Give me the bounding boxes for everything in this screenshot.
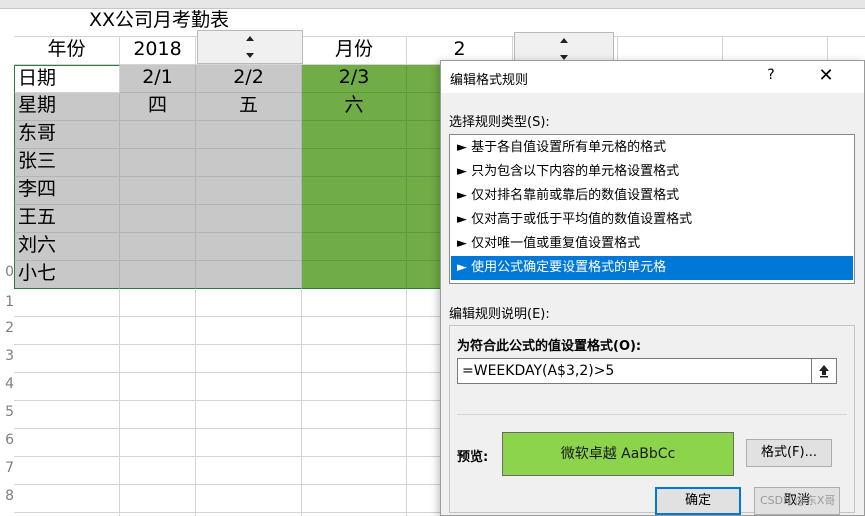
row-number[interactable]: 5 — [0, 404, 14, 420]
rule-description-panel: 为符合此公式的值设置格式(O): =WEEKDAY(A$3,2)>5 预览: 微… — [449, 325, 855, 513]
attendance-cell[interactable] — [407, 261, 441, 289]
format-preview: 微软卓越 AaBbCc — [502, 432, 734, 476]
collapse-dialog-button[interactable] — [811, 359, 835, 383]
row-number[interactable]: 4 — [0, 376, 14, 392]
employee-name-cell[interactable]: 张三 — [14, 149, 120, 177]
attendance-cell[interactable] — [407, 121, 441, 149]
format-button[interactable]: 格式(F)... — [746, 439, 832, 467]
attendance-cell[interactable] — [120, 177, 196, 205]
row-number[interactable]: 6 — [0, 432, 14, 448]
weekday-cell[interactable] — [407, 93, 441, 121]
attendance-cell[interactable] — [196, 233, 302, 261]
rule-type-item-selected[interactable]: ► 使用公式确定要设置格式的单元格 — [451, 256, 853, 280]
row-number[interactable]: 8 — [0, 488, 14, 504]
attendance-cell[interactable] — [196, 149, 302, 177]
weekday-cell[interactable]: 六 — [302, 93, 407, 121]
row-number[interactable]: 7 — [0, 460, 14, 476]
help-button[interactable]: ? — [759, 67, 783, 87]
rule-type-list[interactable]: ► 基于各自值设置所有单元格的格式 ► 只为包含以下内容的单元格设置格式 ► 仅… — [449, 134, 855, 284]
employee-name-cell[interactable]: 李四 — [14, 177, 120, 205]
employee-name-cell[interactable]: 刘六 — [14, 233, 120, 261]
attendance-cell[interactable] — [120, 149, 196, 177]
formula-input[interactable]: =WEEKDAY(A$3,2)>5 — [457, 358, 837, 384]
month-label-cell[interactable]: 月份 — [302, 37, 407, 65]
arrow-down-icon — [246, 53, 254, 58]
row-number[interactable]: 3 — [0, 348, 14, 364]
attendance-cell[interactable] — [120, 205, 196, 233]
year-spinner[interactable] — [197, 30, 303, 64]
weekday-cell[interactable]: 五 — [196, 93, 302, 121]
date-cell[interactable]: 2/2 — [196, 65, 302, 93]
attendance-cell[interactable] — [196, 261, 302, 289]
spin-up-button[interactable] — [515, 33, 613, 49]
attendance-cell[interactable] — [120, 121, 196, 149]
attendance-cell[interactable] — [407, 149, 441, 177]
arrow-up-icon — [246, 36, 254, 41]
attendance-cell[interactable] — [302, 177, 407, 205]
attendance-cell[interactable] — [407, 233, 441, 261]
weekday-cell[interactable]: 四 — [120, 93, 196, 121]
edit-format-rule-dialog: 编辑格式规则 ? ✕ 选择规则类型(S): ► 基于各自值设置所有单元格的格式 … — [440, 60, 865, 516]
arrow-up-icon — [560, 38, 568, 43]
attendance-cell[interactable] — [120, 261, 196, 289]
close-button[interactable]: ✕ — [811, 65, 841, 89]
rule-type-item[interactable]: ► 只为包含以下内容的单元格设置格式 — [451, 160, 853, 184]
employee-name-cell[interactable]: 王五 — [14, 205, 120, 233]
attendance-cell[interactable] — [196, 205, 302, 233]
dialog-titlebar[interactable]: 编辑格式规则 ? ✕ — [441, 61, 864, 93]
attendance-cell[interactable] — [196, 177, 302, 205]
rule-type-item[interactable]: ► 仅对唯一值或重复值设置格式 — [451, 232, 853, 256]
attendance-cell[interactable] — [120, 233, 196, 261]
edit-rule-description-label: 编辑规则说明(E): — [449, 307, 550, 322]
weekday-label-cell[interactable]: 星期 — [14, 93, 120, 121]
attendance-cell[interactable] — [196, 121, 302, 149]
employee-name-cell[interactable]: 东哥 — [14, 121, 120, 149]
sheet-title[interactable]: XX公司月考勤表 — [14, 8, 865, 37]
date-cell[interactable]: 2/3 — [302, 65, 407, 93]
attendance-cell[interactable] — [302, 205, 407, 233]
attendance-cell[interactable] — [302, 121, 407, 149]
year-value-cell[interactable]: 2018 — [120, 37, 196, 65]
preview-label: 预览: — [457, 450, 489, 465]
empty-grid[interactable] — [14, 289, 441, 516]
attendance-cell[interactable] — [302, 261, 407, 289]
divider — [457, 414, 847, 415]
dialog-title: 编辑格式规则 — [450, 73, 529, 88]
formula-caption: 为符合此公式的值设置格式(O): — [457, 339, 642, 354]
employee-name-cell[interactable]: 小七 — [14, 261, 120, 289]
date-label-cell[interactable]: 日期 — [14, 65, 120, 93]
spin-down-button[interactable] — [198, 47, 302, 63]
attendance-cell[interactable] — [407, 205, 441, 233]
date-cell[interactable] — [407, 65, 441, 93]
rule-type-item[interactable]: ► 仅对高于或低于平均值的数值设置格式 — [451, 208, 853, 232]
ok-button[interactable]: 确定 — [655, 487, 741, 515]
row-number[interactable]: 1 — [0, 294, 14, 310]
watermark: CSDN @东X哥 — [760, 494, 836, 507]
rule-type-item[interactable]: ► 仅对排名靠前或靠后的数值设置格式 — [451, 184, 853, 208]
year-label-cell[interactable]: 年份 — [14, 37, 120, 65]
row-number[interactable]: 2 — [0, 320, 14, 336]
attendance-cell[interactable] — [302, 149, 407, 177]
select-rule-type-label: 选择规则类型(S): — [449, 115, 550, 130]
attendance-cell[interactable] — [302, 233, 407, 261]
range-select-icon — [819, 365, 829, 378]
row-number[interactable]: 0 — [0, 264, 14, 280]
rule-type-item[interactable]: ► 基于各自值设置所有单元格的格式 — [451, 136, 853, 160]
spin-up-button[interactable] — [198, 31, 302, 47]
date-cell[interactable]: 2/1 — [120, 65, 196, 93]
attendance-cell[interactable] — [407, 177, 441, 205]
